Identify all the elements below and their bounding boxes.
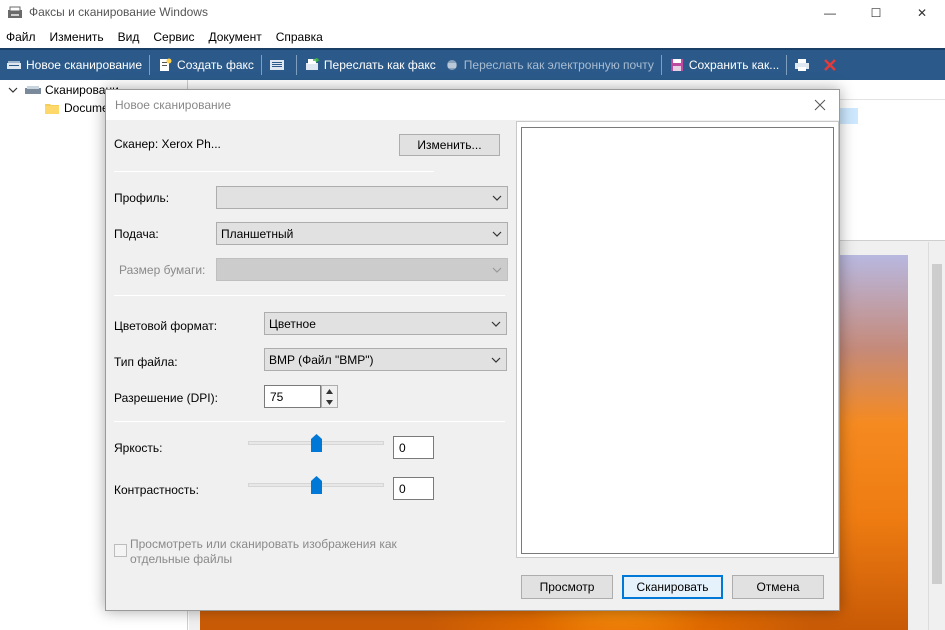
paper-size-select[interactable] [216,258,508,281]
menu-document[interactable]: Документ [208,30,261,44]
separate-files-label-line1: Просмотреть или сканировать изображения … [130,537,397,551]
new-scan-label: Новое сканирование [26,58,143,72]
folder-icon [45,104,59,114]
profile-select[interactable] [216,186,508,209]
chevron-down-icon [491,357,501,363]
selected-list-row[interactable] [838,108,858,124]
toolbar-separator [260,55,262,75]
brightness-slider-thumb[interactable] [311,434,322,452]
resolution-stepper[interactable] [321,385,338,408]
separate-files-checkbox[interactable] [114,544,127,557]
arrow-down-icon [326,399,333,405]
scan-button[interactable]: Сканировать [622,575,723,599]
dialog-close-button[interactable] [809,94,831,116]
toolbar-separator [786,55,788,75]
contrast-slider-thumb[interactable] [311,476,322,494]
dialog-titlebar: Новое сканирование [106,90,839,120]
email-icon [446,60,457,70]
save-icon [670,59,683,71]
preview-vertical-scrollbar[interactable] [928,242,945,630]
tree-item-documents-label: Docume [64,101,109,115]
forward-email-label: Переслать как электронную почту [463,58,654,72]
view-button[interactable] [265,53,293,77]
toolbar-separator [149,55,151,75]
source-select[interactable]: Планшетный [216,222,508,245]
fax-scan-app-icon [8,6,22,18]
save-as-button[interactable]: Сохранить как... [665,53,783,77]
chevron-down-icon[interactable] [8,85,18,95]
scrollbar-thumb[interactable] [932,264,942,584]
source-value: Планшетный [221,226,294,241]
create-fax-button[interactable]: Создать факс [153,53,258,77]
scanner-folder-icon [25,86,41,94]
delete-icon [824,59,837,71]
window-title: Факсы и сканирование Windows [29,5,208,19]
resolution-label: Разрешение (DPI): [114,391,218,405]
menu-tools[interactable]: Сервис [153,30,194,44]
main-titlebar: Факсы и сканирование Windows — ☐ ✕ [0,0,945,26]
new-scan-dialog: Новое сканирование Сканер: Xerox Ph... И… [105,89,840,611]
dialog-title: Новое сканирование [115,98,232,112]
contrast-input[interactable]: 0 [393,477,434,500]
tree-item-scans[interactable]: Сканировани [8,83,119,97]
menu-file[interactable]: Файл [6,30,36,44]
file-type-value: BMP (Файл "BMP") [269,352,374,367]
maximize-button[interactable]: ☐ [853,0,899,26]
brightness-label: Яркость: [114,441,163,455]
preview-button[interactable]: Просмотр [521,575,613,599]
brightness-input[interactable]: 0 [393,436,434,459]
color-format-select[interactable]: Цветное [264,312,507,335]
scanner-label: Сканер: Xerox Ph... [114,137,221,151]
separator [114,421,505,422]
profile-label: Профиль: [114,191,170,205]
toolbar-separator [660,55,662,75]
new-fax-icon [160,58,172,71]
main-toolbar: Новое сканирование Создать факс Переслат… [0,48,945,80]
delete-button[interactable] [818,53,846,77]
scan-preview-frame [521,127,834,554]
separator [114,171,434,172]
toolbar-separator [295,55,297,75]
menu-bar: Файл Изменить Вид Сервис Документ Справк… [0,26,945,48]
contrast-label: Контрастность: [114,483,200,497]
chevron-down-icon [492,231,502,237]
cancel-button[interactable]: Отмена [732,575,824,599]
forward-fax-icon [305,58,320,70]
minimize-button[interactable]: — [807,0,853,26]
resolution-input[interactable]: 75 [264,385,321,408]
color-format-label: Цветовой формат: [114,319,218,333]
save-as-label: Сохранить как... [688,58,780,72]
forward-email-button[interactable]: Переслать как электронную почту [440,53,658,77]
separate-files-label-line2: отдельные файлы [130,552,233,566]
close-window-button[interactable]: ✕ [899,0,945,26]
separator [114,295,505,296]
menu-help[interactable]: Справка [276,30,323,44]
menu-edit[interactable]: Изменить [50,30,104,44]
print-button[interactable] [790,53,818,77]
tree-item-documents[interactable]: Docume [44,101,109,115]
chevron-down-icon [492,267,502,273]
new-scan-button[interactable]: Новое сканирование [2,53,146,77]
paper-size-label: Размер бумаги: [119,263,206,277]
arrow-up-icon [326,388,333,394]
create-fax-label: Создать факс [177,58,254,72]
change-scanner-button[interactable]: Изменить... [399,134,500,156]
list-view-icon [269,60,284,70]
scan-preview-area [516,121,839,558]
menu-view[interactable]: Вид [118,30,140,44]
file-type-label: Тип файла: [114,355,178,369]
forward-fax-button[interactable]: Переслать как факс [300,53,440,77]
color-format-value: Цветное [269,316,316,331]
close-icon [814,99,826,111]
source-label: Подача: [114,227,159,241]
scanner-icon [7,61,21,69]
printer-icon [795,59,810,71]
chevron-down-icon [491,321,501,327]
stepper-up-button[interactable] [322,386,337,396]
stepper-down-button[interactable] [322,397,337,407]
forward-fax-label: Переслать как факс [323,58,436,72]
chevron-down-icon [492,195,502,201]
file-type-select[interactable]: BMP (Файл "BMP") [264,348,507,371]
